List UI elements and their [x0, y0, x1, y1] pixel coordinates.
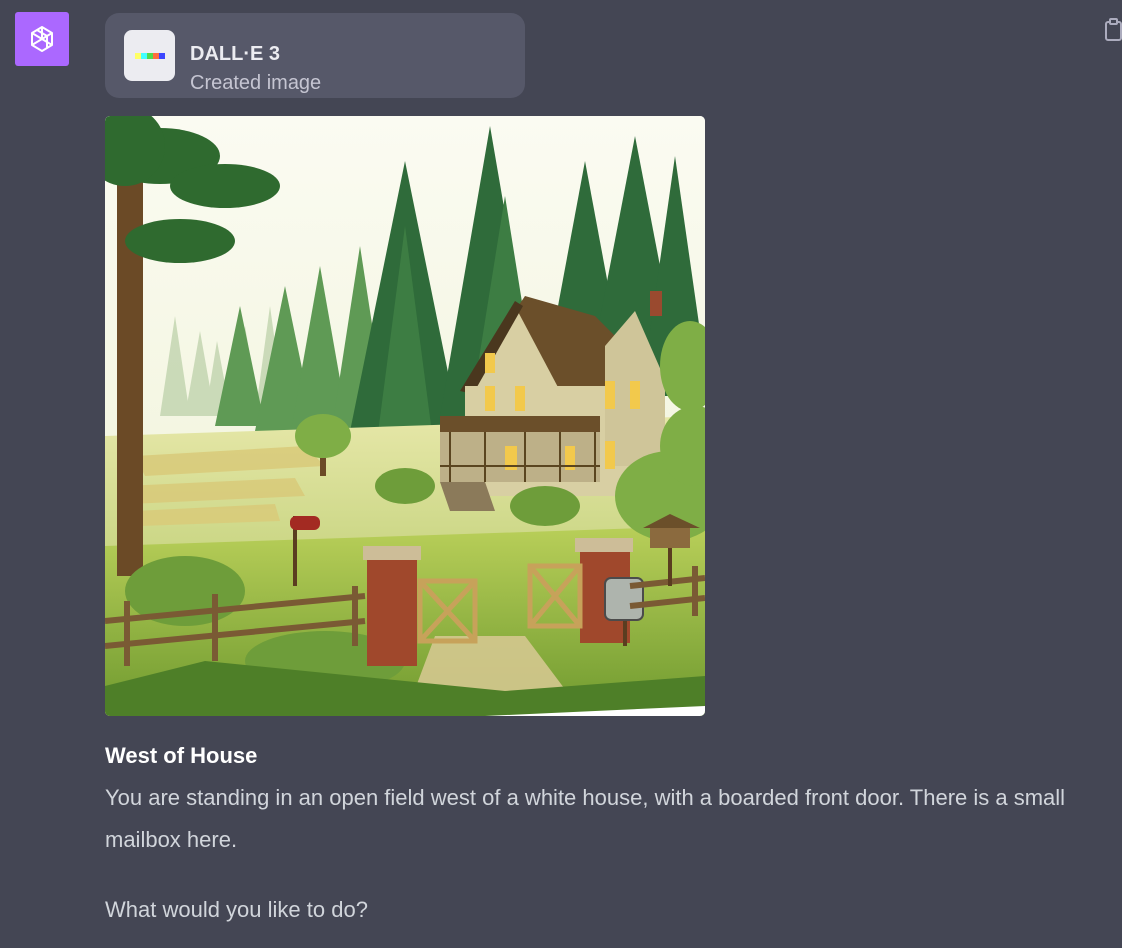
dalle-tool-card[interactable]: DALL·E 3 Created image [105, 13, 525, 98]
clipboard-icon [1105, 18, 1122, 41]
message-body: You are standing in an open field west o… [105, 785, 1066, 852]
rainbow-swatch [158, 52, 165, 59]
message-question: What would you like to do? [105, 897, 368, 922]
assistant-avatar [15, 12, 69, 66]
tool-title: DALL·E 3 [190, 43, 280, 65]
copy-button[interactable] [1104, 18, 1122, 42]
dalle-rainbow-icon [124, 30, 175, 81]
message-heading: West of House [105, 743, 258, 768]
tool-subtitle: Created image [190, 72, 322, 94]
openai-logo-icon [31, 26, 53, 52]
generated-image[interactable] [105, 116, 705, 716]
